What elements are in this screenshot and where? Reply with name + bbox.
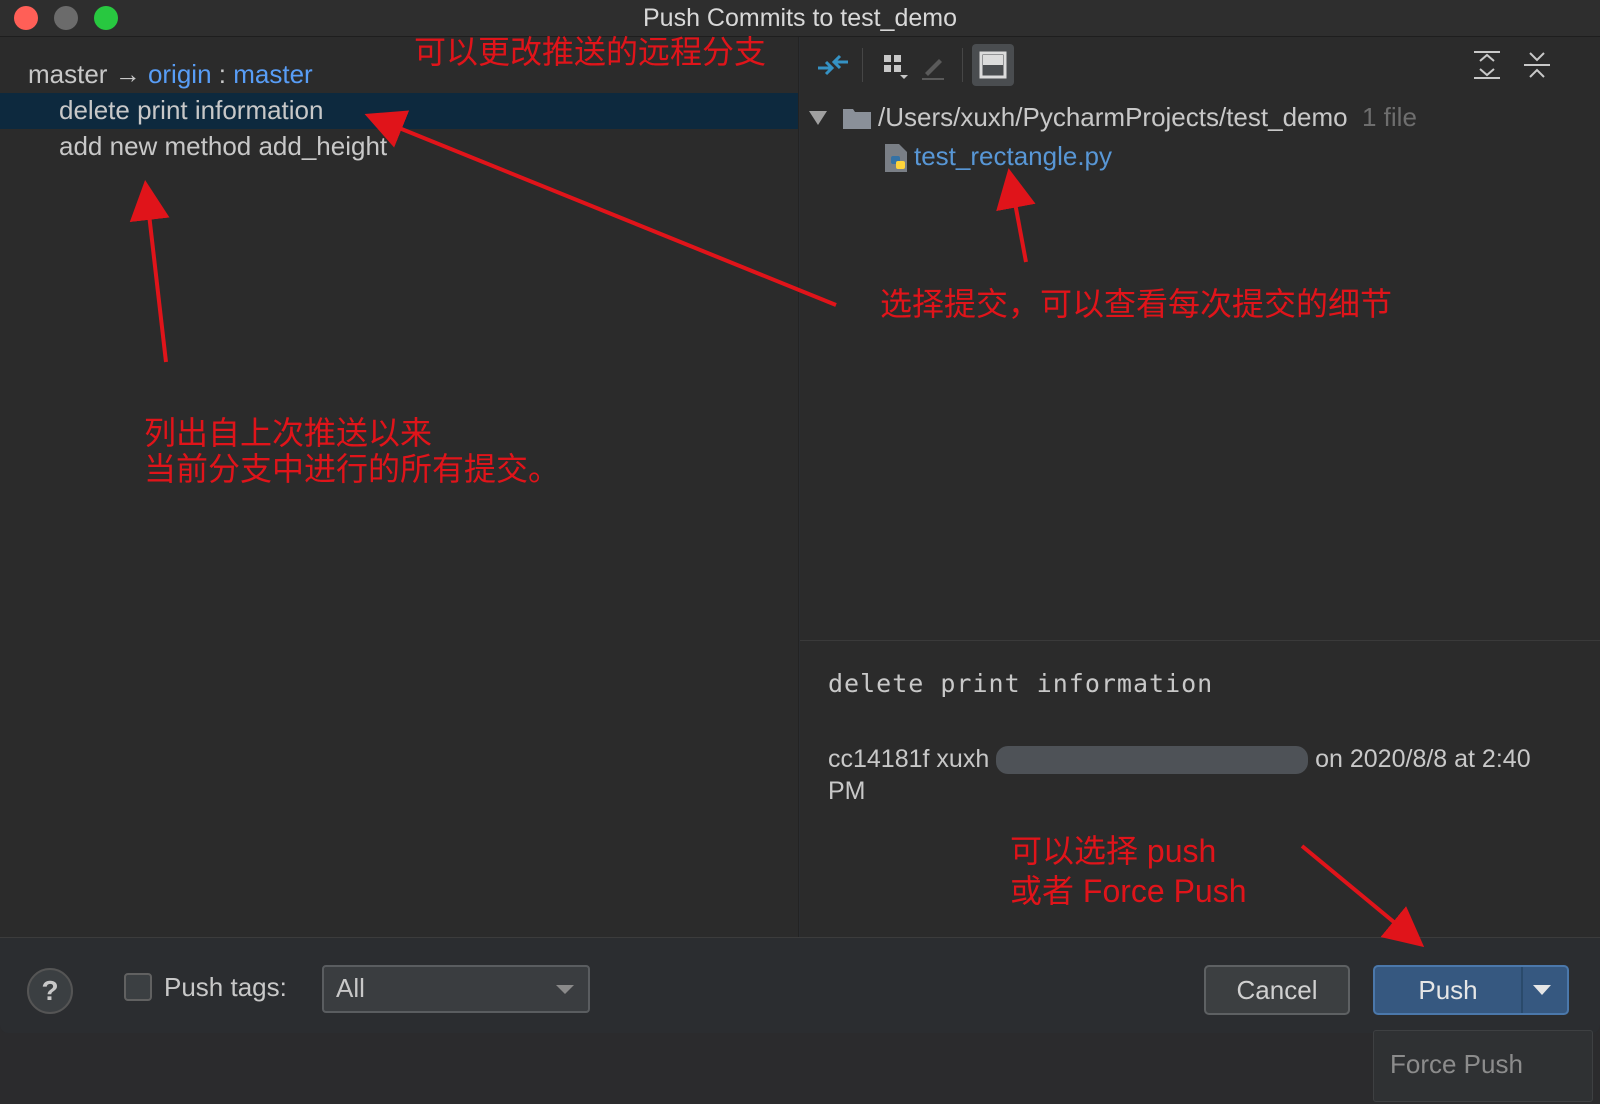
arrow-to-selected-commit bbox=[364, 110, 837, 307]
arrow-to-commit-list bbox=[129, 180, 170, 363]
annotation-arrows bbox=[129, 110, 1425, 948]
arrow-to-file bbox=[996, 168, 1036, 263]
arrow-to-push-button bbox=[1300, 844, 1425, 948]
